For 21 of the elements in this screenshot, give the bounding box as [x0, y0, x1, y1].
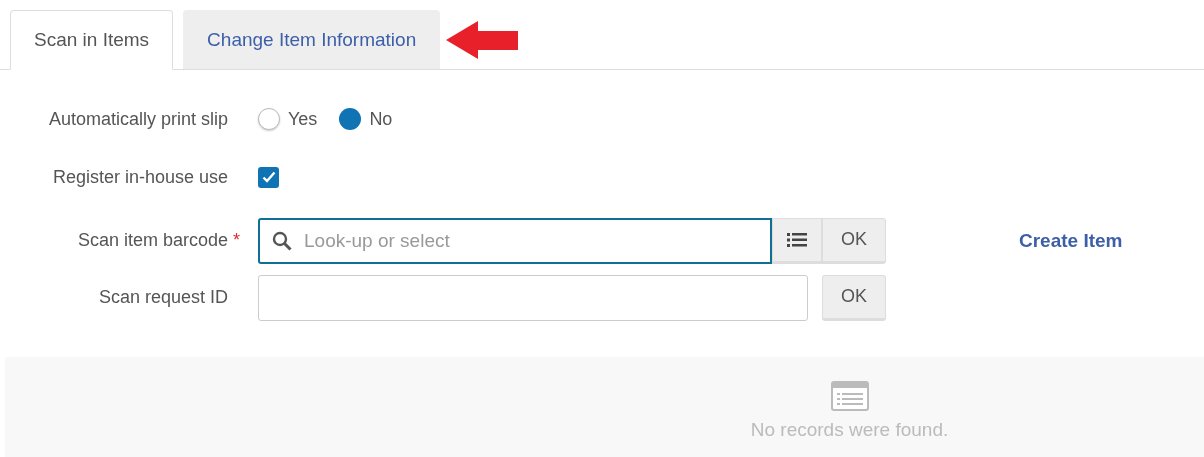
search-icon: [272, 230, 292, 251]
field-label: Scan request ID: [98, 287, 228, 308]
radio-option[interactable]: Yes: [258, 108, 318, 130]
list-button[interactable]: [772, 217, 822, 264]
required-asterisk: *: [232, 230, 241, 251]
list-icon: [787, 231, 807, 248]
request-id-field[interactable]: [258, 274, 808, 321]
ok-button[interactable]: OK: [822, 274, 886, 321]
field-label: Register in-house use: [52, 166, 228, 188]
empty-message: No records were found.: [750, 419, 949, 441]
checkbox[interactable]: [258, 166, 279, 188]
tab[interactable]: Change Item Information: [183, 10, 441, 69]
radio-option[interactable]: No: [339, 108, 393, 130]
search-field[interactable]: Look-up or select: [258, 217, 772, 264]
list-icon: [830, 381, 869, 411]
tab[interactable]: Scan in Items: [10, 10, 174, 70]
create-item-link[interactable]: Create Item: [1019, 229, 1123, 252]
field-label: Automatically print slip: [48, 108, 228, 130]
arrow-icon: [444, 19, 521, 60]
field-label: Scan item barcode: [77, 230, 228, 251]
ok-button[interactable]: OK: [822, 217, 886, 264]
